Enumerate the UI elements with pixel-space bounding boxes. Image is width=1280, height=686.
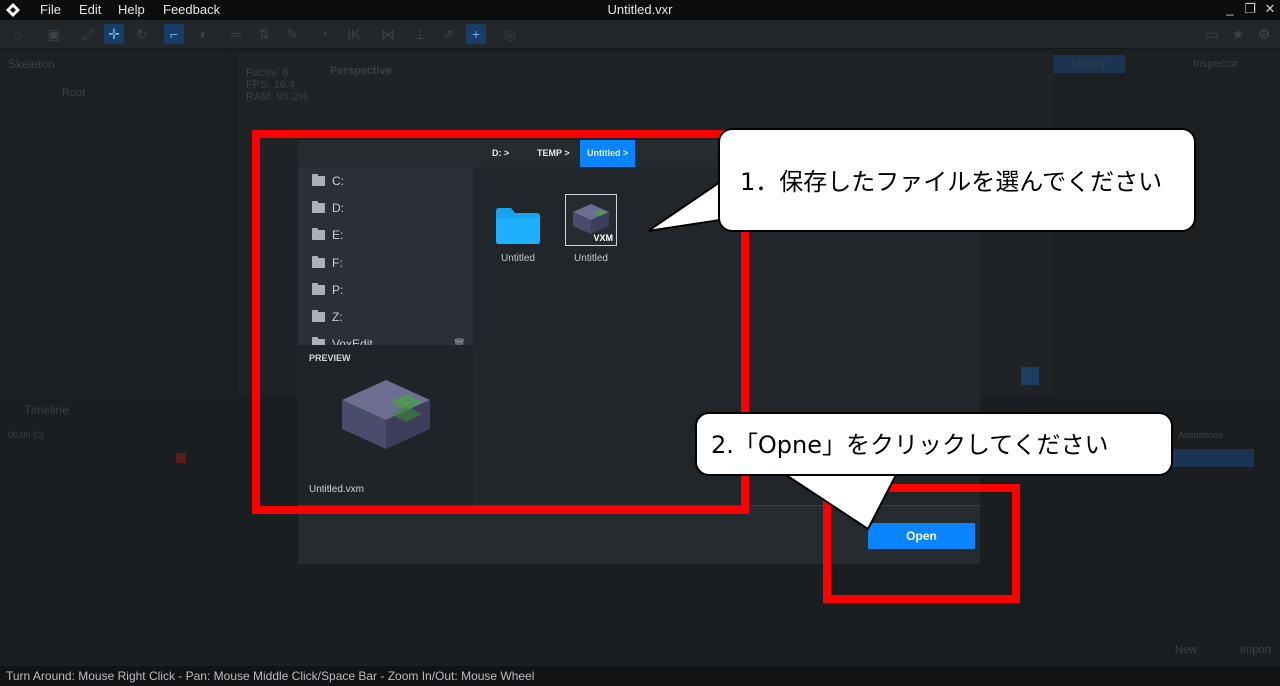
- viewport-tab-perspective[interactable]: Perspective: [330, 65, 392, 77]
- star-icon[interactable]: ★: [1228, 24, 1248, 44]
- close-icon[interactable]: ✕: [1260, 1, 1280, 17]
- viewport-stat-faces: Faces: 6: [246, 67, 289, 79]
- tab-inspector[interactable]: Inspector: [1193, 58, 1238, 70]
- camera-icon[interactable]: ▭: [1202, 24, 1222, 44]
- restore-icon[interactable]: ❐: [1240, 1, 1260, 17]
- timeline-title: Timeline: [24, 403, 69, 417]
- app-logo-icon: [6, 3, 20, 17]
- toolbar: ⌂ ▣ ⤢ ✛ ↻ ⌐ ◐ ═ ⇅ ✎ ◔ IK ⋈ ⊥ ⇗ + ◎ ▭ ★ ⚙: [0, 20, 1280, 49]
- new-animation-button[interactable]: New: [1175, 644, 1197, 656]
- animations-title: Animations: [1178, 430, 1223, 440]
- link-icon[interactable]: ⇗: [438, 24, 458, 44]
- home-icon[interactable]: ⌂: [8, 24, 28, 44]
- add-icon[interactable]: +: [466, 24, 486, 44]
- select-tool-icon[interactable]: ⌐: [164, 24, 184, 44]
- callout-step-1: 1．保存したファイルを選んでください: [718, 128, 1196, 232]
- arrows-tool-icon[interactable]: ⇅: [254, 24, 274, 44]
- viewport-stat-fps: FPS: 16.4: [246, 79, 295, 91]
- gauge-icon[interactable]: ◔: [314, 24, 334, 44]
- move-tool-icon[interactable]: ✛: [104, 24, 124, 44]
- pen-tool-icon[interactable]: ✎: [282, 24, 302, 44]
- bone-icon[interactable]: ⋈: [378, 24, 398, 44]
- hierarchy-icon[interactable]: ⊥: [410, 24, 430, 44]
- record-icon[interactable]: [176, 453, 186, 463]
- target-icon[interactable]: ◎: [500, 24, 520, 44]
- minimize-icon[interactable]: _: [1220, 1, 1240, 16]
- import-animation-button[interactable]: Import: [1240, 644, 1271, 656]
- paint-tool-icon[interactable]: ◐: [194, 24, 214, 44]
- skeleton-title: Skeleton: [8, 57, 55, 71]
- settings-gear-icon[interactable]: ⚙: [1254, 24, 1274, 44]
- rotate-tool-icon[interactable]: ↻: [132, 24, 152, 44]
- timeline-timecode: 00:00 (0): [8, 430, 45, 440]
- save-icon[interactable]: ▣: [44, 24, 64, 44]
- highlight-box-file-area: [252, 130, 749, 514]
- skeleton-root-item[interactable]: Root: [62, 87, 85, 99]
- skeleton-panel: Skeleton Root: [0, 52, 230, 397]
- ik-icon[interactable]: IK: [344, 24, 364, 44]
- erase-tool-icon[interactable]: ═: [226, 24, 246, 44]
- axis-gizmo-icon[interactable]: [1021, 367, 1039, 385]
- callout-step-2: 2.「Opne」をクリックしてください: [695, 412, 1173, 476]
- menu-file[interactable]: File: [40, 2, 61, 17]
- viewport-stat-ram: RAM: 95.2%: [246, 91, 308, 103]
- expand-icon[interactable]: ⤢: [78, 24, 98, 44]
- highlight-box-open-button: [823, 484, 1020, 603]
- tab-library[interactable]: Library: [1053, 55, 1125, 73]
- animation-list-item[interactable]: [1172, 449, 1254, 467]
- menu-edit[interactable]: Edit: [79, 2, 101, 17]
- menu-help[interactable]: Help: [118, 2, 145, 17]
- menu-feedback[interactable]: Feedback: [163, 2, 220, 17]
- title-bar: File Edit Help Feedback Untitled.vxr _ ❐…: [0, 0, 1280, 20]
- status-bar: Turn Around: Mouse Right Click - Pan: Mo…: [0, 666, 1280, 686]
